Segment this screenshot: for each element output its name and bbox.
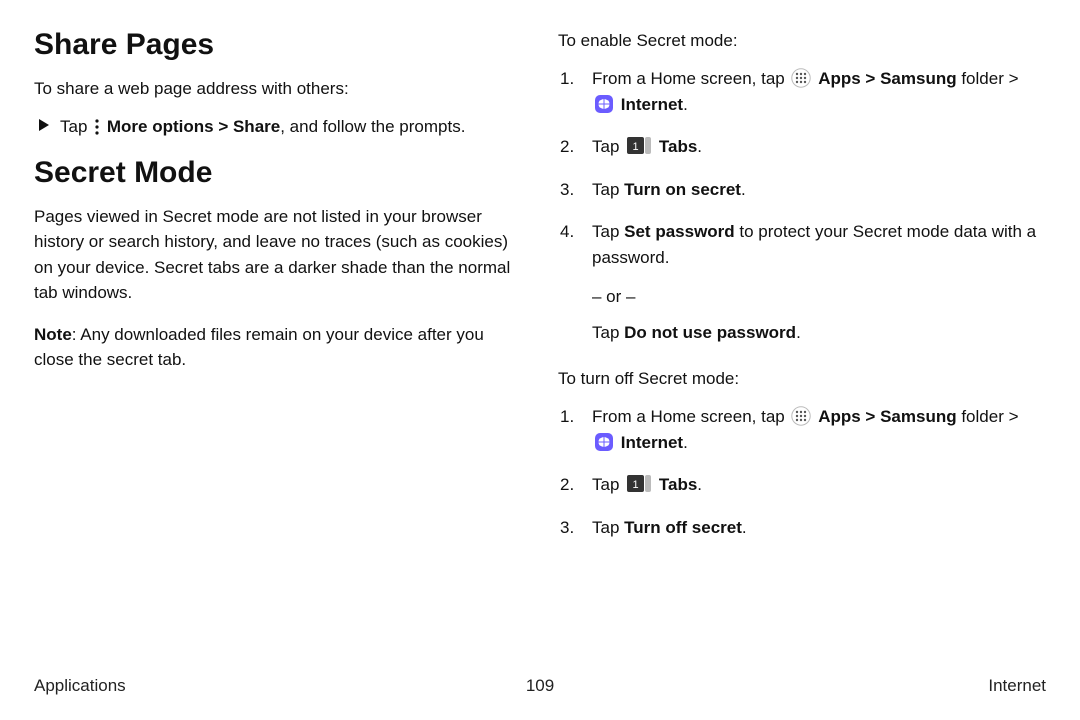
text: . xyxy=(683,95,688,114)
do-not-use-password: Tap Do not use password. xyxy=(592,320,1046,346)
text: > xyxy=(214,117,233,136)
text: Tap xyxy=(60,117,92,136)
text: Tap xyxy=(592,137,624,156)
heading-secret-mode: Secret Mode xyxy=(34,156,522,190)
samsung-label: Samsung xyxy=(880,69,957,88)
share-intro: To share a web page address with others: xyxy=(34,76,522,102)
heading-share-pages: Share Pages xyxy=(34,28,522,62)
share-label: Share xyxy=(233,117,280,136)
text: From a Home screen, tap xyxy=(592,407,789,426)
turnoff-step-3: 3. Tap Turn off secret. xyxy=(560,515,1046,541)
enable-step-4: 4. Tap Set password to protect your Secr… xyxy=(560,219,1046,350)
text: . xyxy=(742,518,747,537)
tabs-icon: 1 xyxy=(626,474,652,494)
enable-intro: To enable Secret mode: xyxy=(558,28,1046,54)
samsung-label: Samsung xyxy=(880,407,957,426)
tabs-label: Tabs xyxy=(659,475,697,494)
manual-page: Share Pages To share a web page address … xyxy=(0,0,1080,617)
or-line: – or – xyxy=(592,284,1046,310)
text: Tap xyxy=(592,180,624,199)
apps-label: Apps xyxy=(818,69,861,88)
left-column: Share Pages To share a web page address … xyxy=(34,28,522,557)
more-options-icon xyxy=(94,118,100,136)
step-body: Tap Turn on secret. xyxy=(592,177,1046,203)
text: From a Home screen, tap xyxy=(592,69,789,88)
internet-icon xyxy=(594,432,614,452)
text: Tap xyxy=(592,518,624,537)
right-column: To enable Secret mode: 1. From a Home sc… xyxy=(558,28,1046,557)
step-number: 4. xyxy=(560,219,580,350)
secret-mode-note: Note: Any downloaded files remain on you… xyxy=(34,322,522,373)
text: . xyxy=(683,433,688,452)
text: . xyxy=(697,475,702,494)
note-body: : Any downloaded files remain on your de… xyxy=(34,325,484,370)
apps-label: Apps xyxy=(818,407,861,426)
text: > xyxy=(861,407,880,426)
play-bullet-icon xyxy=(38,114,50,140)
step-number: 3. xyxy=(560,515,580,541)
svg-text:1: 1 xyxy=(633,479,639,491)
turnoff-step-1: 1. From a Home screen, tap Apps > Samsun… xyxy=(560,404,1046,457)
page-footer: Applications 109 Internet xyxy=(34,676,1046,696)
step-number: 2. xyxy=(560,134,580,160)
more-options-label: More options xyxy=(107,117,214,136)
step-body: From a Home screen, tap Apps > Samsung f… xyxy=(592,404,1046,457)
step-number: 1. xyxy=(560,66,580,119)
step-number: 1. xyxy=(560,404,580,457)
apps-icon xyxy=(791,68,811,88)
step-body: Tap Set password to protect your Secret … xyxy=(592,219,1046,350)
footer-page-number: 109 xyxy=(34,676,1046,696)
text: . xyxy=(741,180,746,199)
enable-steps: 1. From a Home screen, tap Apps > Samsun… xyxy=(560,66,1046,351)
do-not-use-password-label: Do not use password xyxy=(624,323,796,342)
internet-label: Internet xyxy=(621,95,683,114)
text: . xyxy=(796,323,801,342)
text: . xyxy=(697,137,702,156)
text: > xyxy=(861,69,880,88)
text: Tap xyxy=(592,323,624,342)
internet-label: Internet xyxy=(621,433,683,452)
turnoff-step-2: 2. Tap 1 Tabs. xyxy=(560,472,1046,498)
step-body: Tap 1 Tabs. xyxy=(592,134,1046,160)
set-password-label: Set password xyxy=(624,222,735,241)
tabs-icon: 1 xyxy=(626,136,652,156)
enable-step-3: 3. Tap Turn on secret. xyxy=(560,177,1046,203)
share-step-text: Tap More options > Share, and follow the… xyxy=(60,114,522,140)
share-step: Tap More options > Share, and follow the… xyxy=(38,114,522,140)
tabs-label: Tabs xyxy=(659,137,697,156)
internet-icon xyxy=(594,94,614,114)
enable-step-2: 2. Tap 1 Tabs. xyxy=(560,134,1046,160)
secret-mode-description: Pages viewed in Secret mode are not list… xyxy=(34,204,522,306)
text: folder > xyxy=(957,407,1019,426)
text: folder > xyxy=(957,69,1019,88)
turnoff-intro: To turn off Secret mode: xyxy=(558,366,1046,392)
turn-off-secret-label: Turn off secret xyxy=(624,518,742,537)
text: , and follow the prompts. xyxy=(280,117,465,136)
step-body: Tap Turn off secret. xyxy=(592,515,1046,541)
step-number: 2. xyxy=(560,472,580,498)
note-label: Note xyxy=(34,325,72,344)
turn-on-secret-label: Turn on secret xyxy=(624,180,741,199)
step-body: Tap 1 Tabs. xyxy=(592,472,1046,498)
text: Tap xyxy=(592,222,624,241)
turnoff-steps: 1. From a Home screen, tap Apps > Samsun… xyxy=(560,404,1046,541)
svg-text:1: 1 xyxy=(633,141,639,153)
apps-icon xyxy=(791,406,811,426)
text: Tap xyxy=(592,475,624,494)
step-number: 3. xyxy=(560,177,580,203)
step-body: From a Home screen, tap Apps > Samsung f… xyxy=(592,66,1046,119)
enable-step-1: 1. From a Home screen, tap Apps > Samsun… xyxy=(560,66,1046,119)
